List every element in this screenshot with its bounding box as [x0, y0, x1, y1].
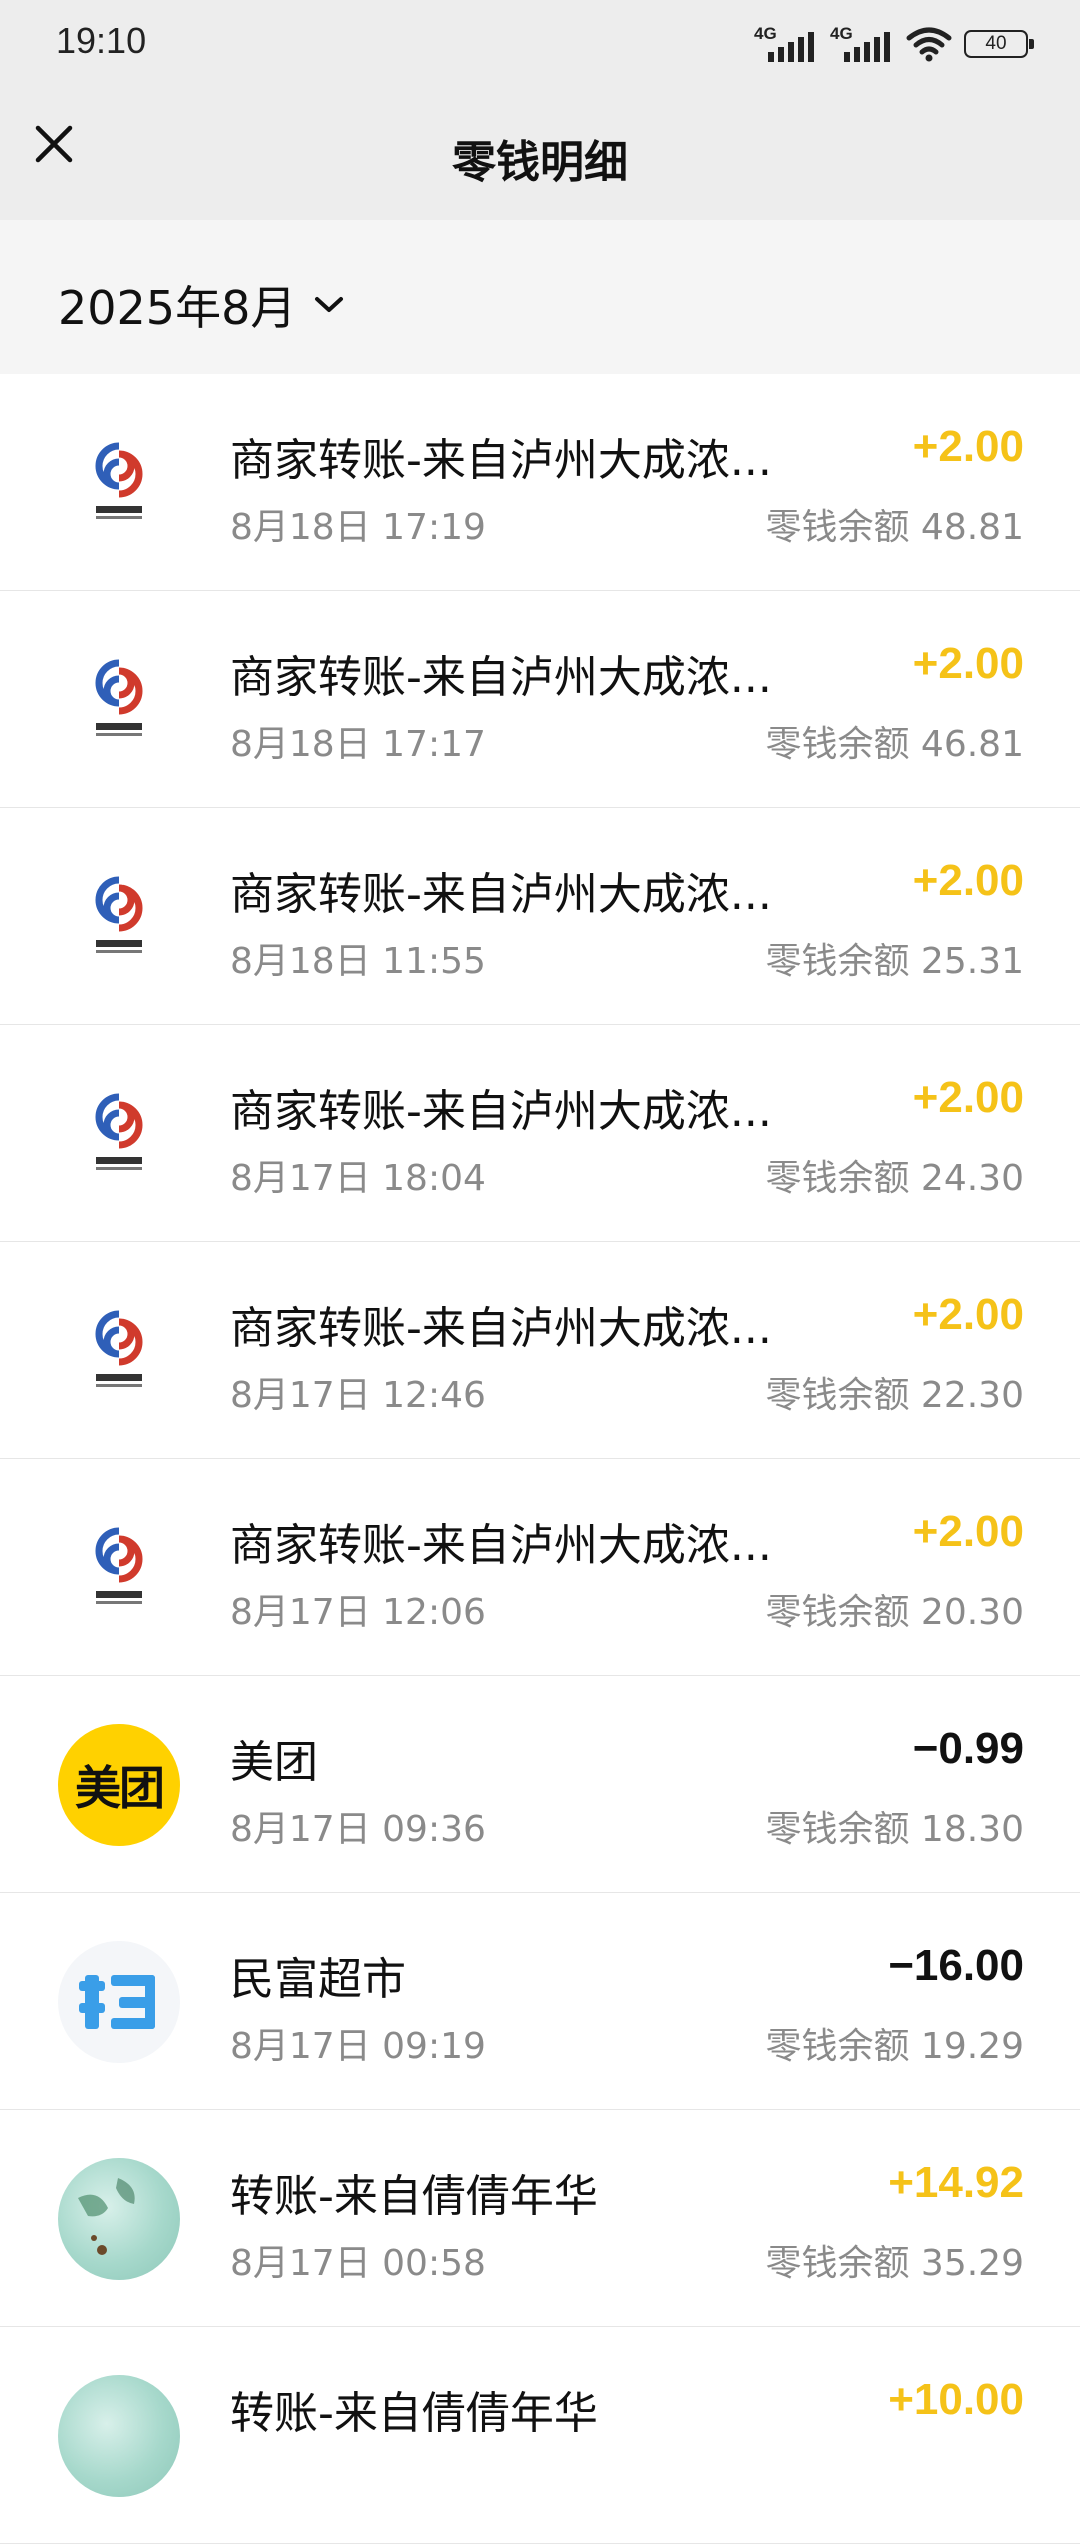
merchant-logo-icon [58, 856, 180, 978]
transaction-amount: +2.00 [912, 1073, 1024, 1122]
transaction-title: 美团 [230, 1737, 318, 1788]
transaction-row[interactable]: 商家转账-来自泸州大成浓... 8月17日 18:04 +2.00 零钱余额 2… [0, 1025, 1080, 1242]
cellular-signal-icon: 4G [754, 24, 818, 64]
transaction-title: 转账-来自倩倩年华 [230, 2388, 598, 2439]
transaction-time: 8月18日 17:17 [230, 724, 486, 765]
month-filter-bar: 2025年8月 [0, 220, 1080, 374]
transaction-title: 商家转账-来自泸州大成浓... [230, 1303, 772, 1354]
transaction-row[interactable]: 商家转账-来自泸州大成浓... 8月18日 17:19 +2.00 零钱余额 4… [0, 374, 1080, 591]
transaction-row[interactable]: 商家转账-来自泸州大成浓... 8月17日 12:46 +2.00 零钱余额 2… [0, 1242, 1080, 1459]
balance-after: 零钱余额 35.29 [765, 2243, 1024, 2284]
transaction-title: 民富超市 [230, 1954, 406, 2005]
transaction-time: 8月18日 17:19 [230, 507, 486, 548]
merchant-logo-icon [58, 639, 180, 761]
title-bar: 零钱明细 [0, 90, 1080, 220]
transaction-title: 商家转账-来自泸州大成浓... [230, 1086, 772, 1137]
transaction-amount: +10.00 [888, 2375, 1024, 2424]
transaction-amount: −16.00 [888, 1941, 1024, 1990]
transaction-time: 8月17日 09:19 [230, 2026, 486, 2067]
merchant-logo-icon [58, 1290, 180, 1412]
wifi-icon [906, 27, 952, 62]
cellular-signal-icon: 4G [830, 24, 894, 64]
status-bar: 19:10 4G 4G 40 [0, 0, 1080, 90]
transaction-time: 8月17日 09:36 [230, 1809, 486, 1850]
balance-after: 零钱余额 19.29 [765, 2026, 1024, 2067]
merchant-logo-icon [58, 1507, 180, 1629]
merchant-logo-icon [58, 1073, 180, 1195]
transaction-amount: +2.00 [912, 856, 1024, 905]
transaction-row[interactable]: 转账-来自倩倩年华 +10.00 [0, 2327, 1080, 2544]
transaction-title: 商家转账-来自泸州大成浓... [230, 1520, 772, 1571]
transaction-amount: +2.00 [912, 1507, 1024, 1556]
transaction-time: 8月18日 11:55 [230, 941, 486, 982]
merchant-logo-icon [58, 422, 180, 544]
transaction-row[interactable]: 商家转账-来自泸州大成浓... 8月18日 11:55 +2.00 零钱余额 2… [0, 808, 1080, 1025]
transaction-amount: +2.00 [912, 422, 1024, 471]
balance-after: 零钱余额 20.30 [765, 1592, 1024, 1633]
meituan-logo-icon: 美团 [58, 1724, 180, 1846]
user-avatar [58, 2158, 180, 2280]
transaction-list: 商家转账-来自泸州大成浓... 8月18日 17:19 +2.00 零钱余额 4… [0, 374, 1080, 2544]
month-label: 2025年8月 [58, 281, 297, 335]
transaction-row[interactable]: 商家转账-来自泸州大成浓... 8月18日 17:17 +2.00 零钱余额 4… [0, 591, 1080, 808]
meituan-logo-text: 美团 [75, 1761, 165, 1815]
transaction-time: 8月17日 18:04 [230, 1158, 486, 1199]
balance-after: 零钱余额 25.31 [765, 941, 1024, 982]
transaction-amount: +2.00 [912, 639, 1024, 688]
transaction-row[interactable]: 转账-来自倩倩年华 8月17日 00:58 +14.92 零钱余额 35.29 [0, 2110, 1080, 2327]
page-title: 零钱明细 [452, 137, 628, 188]
transaction-title: 商家转账-来自泸州大成浓... [230, 652, 772, 703]
transaction-title: 商家转账-来自泸州大成浓... [230, 435, 772, 486]
transaction-row[interactable]: 美团 美团 8月17日 09:36 −0.99 零钱余额 18.30 [0, 1676, 1080, 1893]
transaction-amount: +2.00 [912, 1290, 1024, 1339]
battery-level: 40 [985, 33, 1007, 54]
scan-icon [58, 1941, 180, 2063]
transaction-title: 商家转账-来自泸州大成浓... [230, 869, 772, 920]
transaction-amount: +14.92 [888, 2158, 1024, 2207]
chevron-down-icon [315, 297, 344, 312]
transaction-row[interactable]: 民富超市 8月17日 09:19 −16.00 零钱余额 19.29 [0, 1893, 1080, 2110]
month-selector[interactable]: 2025年8月 [58, 272, 344, 338]
balance-after: 零钱余额 18.30 [765, 1809, 1024, 1850]
balance-after: 零钱余额 48.81 [765, 507, 1024, 548]
balance-after: 零钱余额 24.30 [765, 1158, 1024, 1199]
balance-after: 零钱余额 22.30 [765, 1375, 1024, 1416]
battery-icon: 40 [964, 30, 1034, 58]
user-avatar [58, 2375, 180, 2497]
transaction-title: 转账-来自倩倩年华 [230, 2171, 598, 2222]
transaction-time: 8月17日 12:46 [230, 1375, 486, 1416]
status-time: 19:10 [56, 20, 147, 61]
status-icons: 4G 4G 40 [754, 22, 1034, 66]
transaction-row[interactable]: 商家转账-来自泸州大成浓... 8月17日 12:06 +2.00 零钱余额 2… [0, 1459, 1080, 1676]
balance-after: 零钱余额 46.81 [765, 724, 1024, 765]
transaction-time: 8月17日 12:06 [230, 1592, 486, 1633]
transaction-amount: −0.99 [912, 1724, 1024, 1773]
transaction-time: 8月17日 00:58 [230, 2243, 486, 2284]
